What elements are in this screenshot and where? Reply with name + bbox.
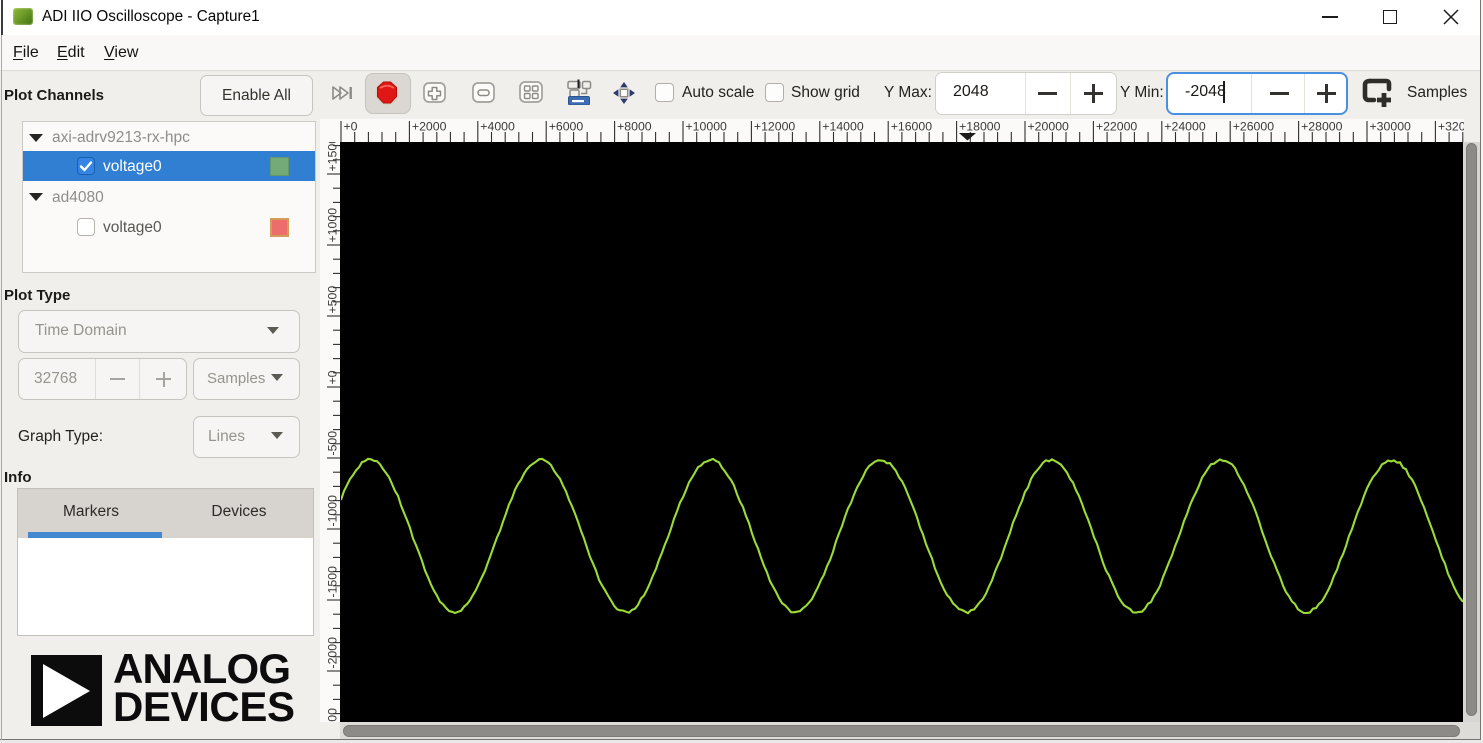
svg-text:+14000: +14000 — [822, 120, 864, 134]
svg-text:+28000: +28000 — [1301, 120, 1343, 134]
svg-text:-2000: -2000 — [326, 637, 340, 669]
svg-text:-2500: -2500 — [326, 708, 340, 722]
svg-text:+500: +500 — [326, 286, 340, 314]
svg-text:-1500: -1500 — [326, 566, 340, 598]
svg-text:+22000: +22000 — [1096, 120, 1138, 134]
svg-text:+2000: +2000 — [412, 120, 447, 134]
svg-text:-1000: -1000 — [326, 495, 340, 527]
svg-text:+0: +0 — [344, 120, 358, 134]
svg-text:+32000: +32000 — [1438, 120, 1464, 134]
svg-text:-500: -500 — [326, 431, 340, 456]
svg-text:+26000: +26000 — [1233, 120, 1275, 134]
svg-text:+24000: +24000 — [1164, 120, 1206, 134]
svg-text:+6000: +6000 — [549, 120, 584, 134]
svg-text:+20000: +20000 — [1028, 120, 1070, 134]
svg-text:+30000: +30000 — [1370, 120, 1412, 134]
svg-text:+18000: +18000 — [959, 120, 1001, 134]
svg-text:+8000: +8000 — [617, 120, 652, 134]
svg-text:+4000: +4000 — [480, 120, 515, 134]
svg-text:+1500: +1500 — [326, 142, 340, 172]
svg-text:+10000: +10000 — [686, 120, 728, 134]
svg-text:+16000: +16000 — [891, 120, 933, 134]
svg-text:+12000: +12000 — [754, 120, 796, 134]
svg-text:+1000: +1000 — [326, 208, 340, 243]
svg-text:+0: +0 — [326, 370, 340, 384]
